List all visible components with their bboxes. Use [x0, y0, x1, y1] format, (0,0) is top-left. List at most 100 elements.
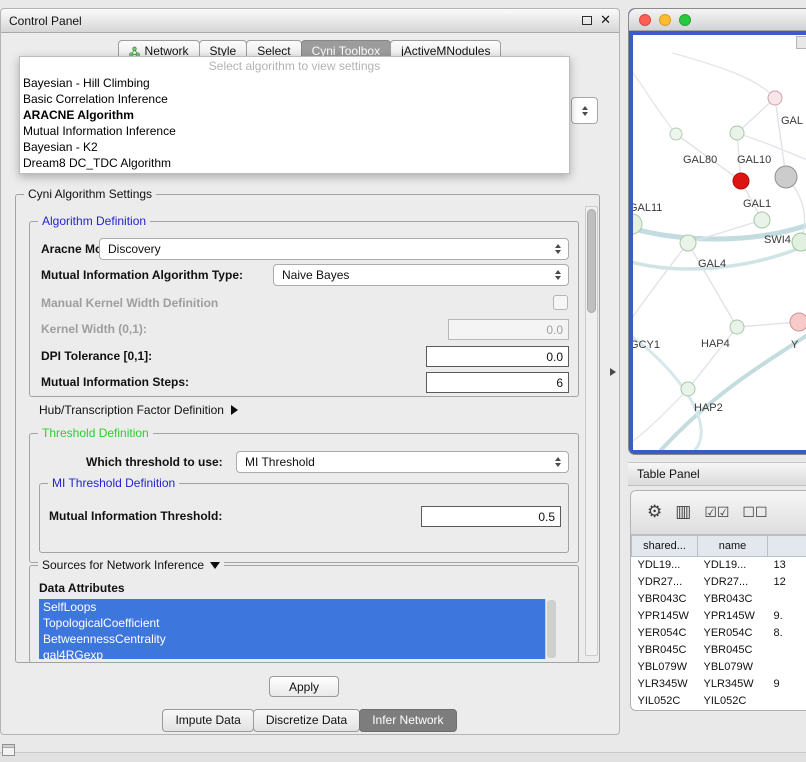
column-header[interactable]	[768, 536, 806, 557]
minimize-traffic-light-icon[interactable]	[659, 14, 671, 26]
spinner-down-icon	[582, 112, 588, 116]
attributes-scrollbar-thumb[interactable]	[547, 600, 556, 658]
mi-threshold-input[interactable]: 0.5	[421, 506, 561, 527]
table-row[interactable]: YPR145WYPR145W9.	[632, 608, 806, 625]
table-cell	[768, 693, 806, 710]
table-row[interactable]: YLR345WYLR345W9	[632, 676, 806, 693]
algorithm-option-aracne-algorithm[interactable]: ARACNE Algorithm	[20, 107, 569, 123]
attributes-scrollbar[interactable]	[545, 599, 557, 659]
hub-section-label: Hub/Transcription Factor Definition	[39, 403, 224, 417]
aracne-mode-value: Discovery	[108, 242, 161, 256]
table-cell: YDR27...	[698, 574, 768, 591]
mi-steps-input[interactable]: 6	[426, 372, 569, 393]
bottom-tab-discretize-data[interactable]: Discretize Data	[253, 709, 360, 732]
hub-section-toggle[interactable]: Hub/Transcription Factor Definition	[39, 401, 238, 419]
network-node[interactable]	[730, 320, 744, 334]
algorithm-option-bayesian-k2[interactable]: Bayesian - K2	[20, 139, 569, 155]
algorithm-option-bayesian-hill-climbing[interactable]: Bayesian - Hill Climbing	[20, 75, 569, 91]
bottom-tabs: Impute DataDiscretize DataInfer Network	[1, 709, 619, 732]
table-cell	[768, 642, 806, 659]
table-cell: YIL052C	[632, 693, 698, 710]
table-row[interactable]: YBR045CYBR045C	[632, 642, 806, 659]
float-window-icon[interactable]	[582, 16, 592, 25]
network-edge[interactable]	[633, 243, 688, 325]
algorithm-option-dream8-dc-tdc-algorithm[interactable]: Dream8 DC_TDC Algorithm	[20, 155, 569, 171]
restore-panel-icon[interactable]	[2, 744, 15, 756]
attribute-item-gal4rgexp[interactable]: gal4RGexp	[39, 647, 545, 659]
aracne-mode-select[interactable]: Discovery	[99, 238, 569, 260]
network-window-titlebar[interactable]	[629, 9, 806, 31]
node-label: GAL1	[743, 198, 771, 210]
zoom-traffic-light-icon[interactable]	[679, 14, 691, 26]
cyni-settings-group-title: Cyni Algorithm Settings	[24, 187, 156, 202]
settings-scrollbar[interactable]	[585, 206, 598, 656]
table-panel-header[interactable]: Table Panel	[628, 462, 806, 486]
columns-icon[interactable]: ▥	[675, 504, 691, 521]
table-row[interactable]: YER054CYER054C8.	[632, 625, 806, 642]
attribute-item-selfloops[interactable]: SelfLoops	[39, 599, 545, 615]
node-label: SWI4	[764, 234, 791, 246]
network-edge[interactable]	[633, 65, 676, 134]
table-cell: 8.	[768, 625, 806, 642]
network-edge[interactable]	[688, 327, 737, 389]
unchecked-columns-icon[interactable]: ☐☐	[742, 506, 767, 520]
network-icon	[129, 46, 140, 57]
network-graph[interactable]: GALGAL80GAL10GAL11GAL1SWI4GAL4GCY1HAP4YH…	[633, 35, 806, 450]
splitter-collapse-arrow-icon[interactable]	[610, 368, 616, 376]
table-cell: 9.	[768, 608, 806, 625]
table-row[interactable]: YDR27...YDR27...12	[632, 574, 806, 591]
restore-panel-icon-bar	[3, 745, 14, 748]
data-attributes-list[interactable]: SelfLoopsTopologicalCoefficientBetweenne…	[39, 599, 557, 659]
network-node[interactable]	[792, 233, 806, 251]
sources-section-toggle[interactable]: Sources for Network Inference	[38, 558, 224, 573]
network-canvas[interactable]: GALGAL80GAL10GAL11GAL1SWI4GAL4GCY1HAP4YH…	[633, 35, 806, 450]
table-row[interactable]: YBR043CYBR043C	[632, 591, 806, 608]
network-scroll-button[interactable]	[796, 36, 806, 49]
network-edge[interactable]	[673, 53, 775, 98]
manual-kernel-width-label: Manual Kernel Width Definition	[41, 292, 218, 314]
apply-button[interactable]: Apply	[269, 676, 339, 697]
algorithm-combobox[interactable]	[571, 97, 598, 124]
close-traffic-light-icon[interactable]	[639, 14, 651, 26]
close-icon[interactable]: ✕	[600, 14, 611, 27]
network-node[interactable]	[733, 173, 749, 189]
network-node[interactable]	[681, 382, 695, 396]
mi-threshold-label: Mutual Information Threshold:	[49, 505, 222, 527]
table-cell: YBL079W	[698, 659, 768, 676]
gear-icon[interactable]: ⚙	[647, 504, 662, 521]
network-node[interactable]	[680, 235, 696, 251]
control-panel-titlebar[interactable]: Control Panel ✕	[1, 9, 619, 33]
bottom-tab-infer-network[interactable]: Infer Network	[359, 709, 456, 732]
attribute-item-topologicalcoefficient[interactable]: TopologicalCoefficient	[39, 615, 545, 631]
mi-algorithm-type-select[interactable]: Naive Bayes	[273, 264, 569, 286]
settings-scrollbar-thumb[interactable]	[587, 209, 596, 313]
checked-columns-icon[interactable]: ☑☑	[704, 506, 729, 520]
network-node[interactable]	[754, 212, 770, 228]
network-edge[interactable]	[737, 98, 775, 133]
network-node[interactable]	[775, 166, 797, 188]
combo-arrows-icon	[555, 270, 561, 280]
table-row[interactable]: YIL052CYIL052C	[632, 693, 806, 710]
table-cell	[768, 659, 806, 676]
dpi-tolerance-input[interactable]: 0.0	[426, 346, 569, 367]
table-row[interactable]: YDL19...YDL19...13	[632, 557, 806, 574]
which-threshold-select[interactable]: MI Threshold	[236, 451, 569, 473]
algorithm-placeholder: Select algorithm to view settings	[20, 58, 569, 75]
bottom-tab-impute-data[interactable]: Impute Data	[162, 709, 253, 732]
column-header[interactable]: shared...	[632, 536, 698, 557]
algorithm-option-basic-correlation-inference[interactable]: Basic Correlation Inference	[20, 91, 569, 107]
manual-kernel-width-checkbox[interactable]	[553, 295, 568, 310]
table-cell: YPR145W	[698, 608, 768, 625]
network-node[interactable]	[670, 128, 682, 140]
algorithm-option-mutual-information-inference[interactable]: Mutual Information Inference	[20, 123, 569, 139]
network-node[interactable]	[768, 91, 782, 105]
network-edge[interactable]	[775, 98, 786, 177]
network-edge[interactable]	[633, 389, 688, 445]
attribute-item-betweennesscentrality[interactable]: BetweennessCentrality	[39, 631, 545, 647]
network-node[interactable]	[730, 126, 744, 140]
column-header[interactable]: name	[698, 536, 768, 557]
network-node[interactable]	[790, 313, 806, 331]
table-row[interactable]: YBL079WYBL079W	[632, 659, 806, 676]
table-toolbar: ⚙ ▥ ☑☑ ☐☐	[631, 491, 806, 535]
network-edge[interactable]	[688, 243, 737, 327]
